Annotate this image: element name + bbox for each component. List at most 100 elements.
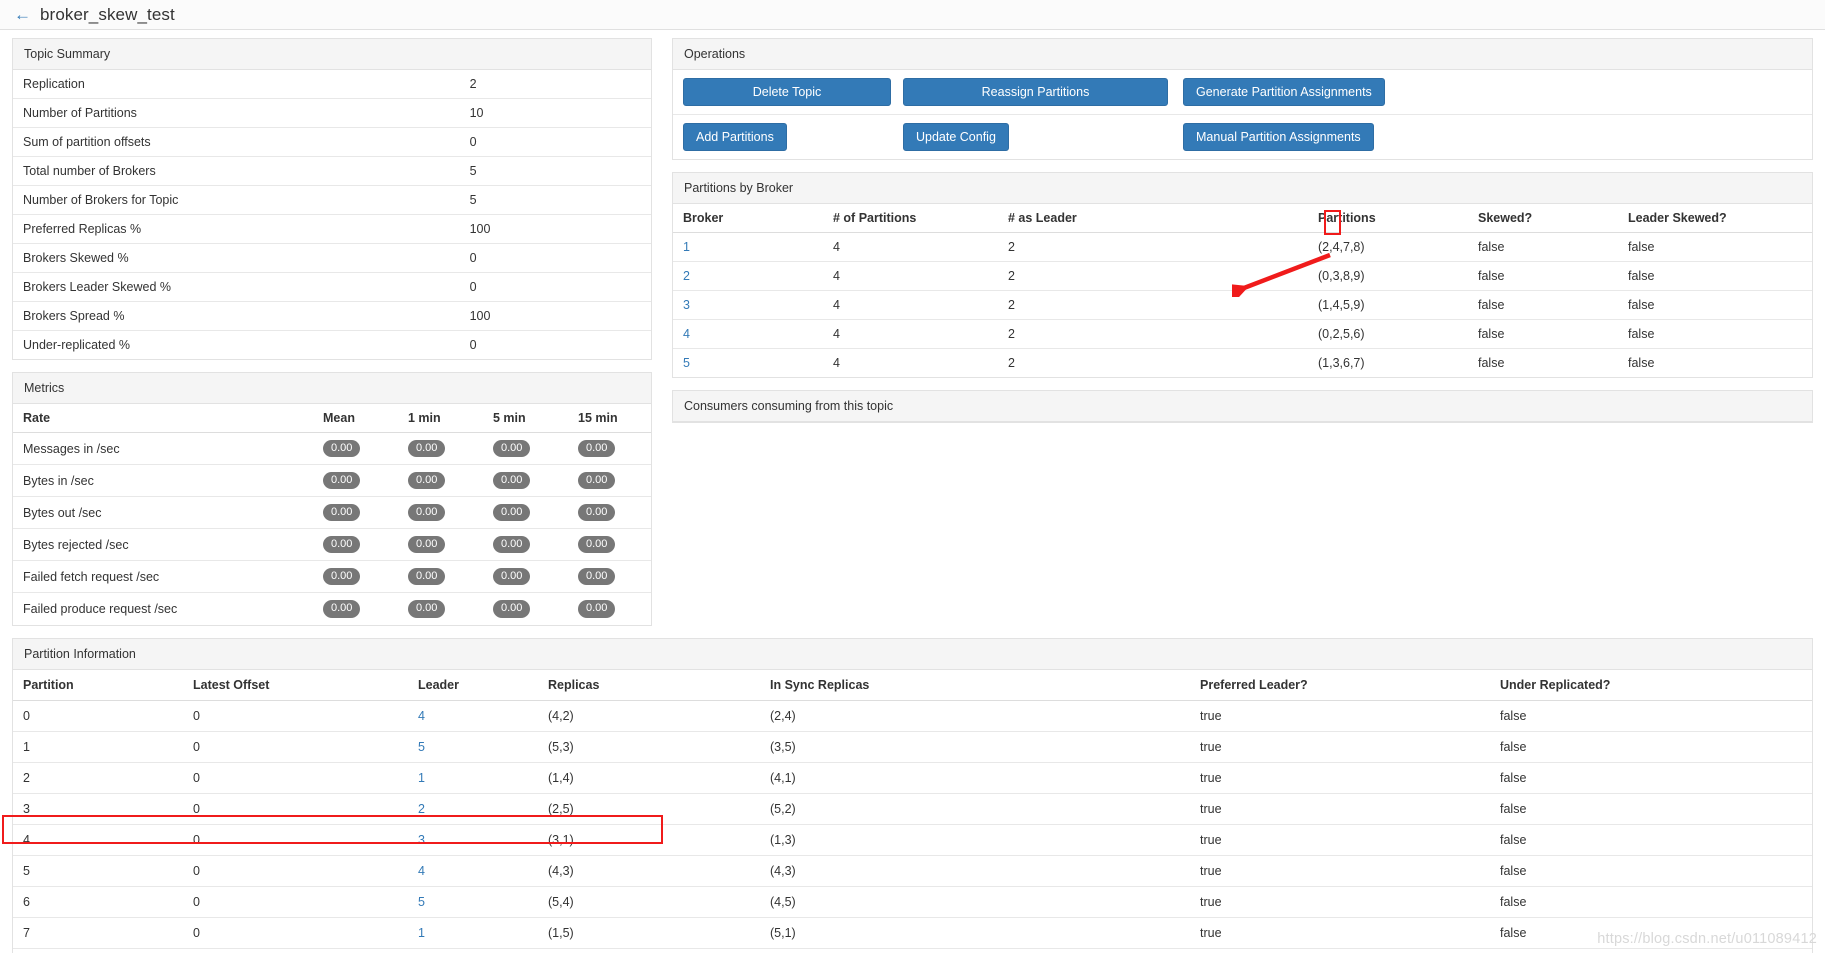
leader-link[interactable]: 5 — [418, 895, 425, 909]
broker-link[interactable]: 5 — [683, 356, 690, 370]
metric-rate-label: Failed produce request /sec — [13, 592, 313, 625]
pbb-num-partitions: 4 — [823, 319, 998, 349]
metric-15min-cell: 0.00 — [568, 464, 651, 497]
update-config-button[interactable]: Update Config — [903, 123, 1009, 151]
leader-link[interactable]: 4 — [418, 709, 425, 723]
pinfo-isr: (5,1) — [760, 916, 1190, 949]
page-title: broker_skew_test — [40, 4, 175, 24]
metric-15min-cell: 0.00 — [568, 431, 651, 465]
pinfo-partition: 5 — [13, 854, 183, 887]
pbb-num-partitions: 4 — [823, 261, 998, 291]
metrics-panel: Metrics Rate Mean 1 min 5 min 15 min Mes… — [12, 372, 652, 626]
metric-15min-cell: 0.00 — [568, 592, 651, 625]
metric-mean-cell: 0.00 — [313, 464, 398, 497]
summary-value: 0 — [459, 330, 651, 359]
leader-link[interactable]: 3 — [418, 833, 425, 847]
pbb-num-partitions: 4 — [823, 348, 998, 377]
broker-link[interactable]: 3 — [683, 298, 690, 312]
broker-link[interactable]: 1 — [683, 240, 690, 254]
operations-panel: Operations Delete Topic Reassign Partiti… — [672, 38, 1813, 160]
pinfo-preferred-leader: true — [1190, 885, 1490, 918]
status-badge: 0.00 — [408, 504, 446, 522]
reassign-partitions-slot: Reassign Partitions — [903, 78, 1183, 106]
metric-5min-cell: 0.00 — [483, 464, 568, 497]
watermark-text: https://blog.csdn.net/u011089412 — [1597, 931, 1817, 947]
consumers-title: Consumers consuming from this topic — [673, 391, 1812, 422]
table-row: 6 0 5 (5,4) (4,5) true false — [13, 885, 1812, 918]
pbb-leader-skewed: false — [1618, 290, 1812, 320]
pbb-num-partitions: 4 — [823, 290, 998, 320]
leader-link[interactable]: 1 — [418, 926, 425, 940]
pinfo-isr: (1,3) — [760, 823, 1190, 856]
leader-link[interactable]: 5 — [418, 740, 425, 754]
delete-topic-button[interactable]: Delete Topic — [683, 78, 891, 106]
metric-5min-cell: 0.00 — [483, 560, 568, 593]
table-row: Bytes out /sec 0.00 0.00 0.00 0.00 — [13, 496, 651, 529]
pinfo-isr: (5,2) — [760, 792, 1190, 825]
metrics-col-1min: 1 min — [398, 404, 483, 433]
partitions-by-broker-panel: Partitions by Broker Broker # of Partiti… — [672, 172, 1813, 378]
pinfo-isr: (4,3) — [760, 854, 1190, 887]
pinfo-preferred-leader: true — [1190, 761, 1490, 794]
manual-partition-assignments-button[interactable]: Manual Partition Assignments — [1183, 123, 1374, 151]
pinfo-replicas: (1,5) — [538, 916, 760, 949]
broker-link[interactable]: 2 — [683, 269, 690, 283]
summary-label: Number of Brokers for Topic — [13, 185, 460, 215]
pbb-col-leader-skewed: Leader Skewed? — [1618, 204, 1812, 233]
status-badge: 0.00 — [493, 536, 531, 554]
summary-label: Under-replicated % — [13, 330, 460, 359]
table-row: Total number of Brokers 5 — [13, 156, 651, 186]
summary-value: 0 — [459, 127, 651, 157]
partitions-by-broker-table: Broker # of Partitions # as Leader Parti… — [673, 204, 1812, 377]
pbb-as-leader: 2 — [998, 319, 1308, 349]
summary-label: Replication — [23, 77, 85, 91]
pinfo-latest-offset: 0 — [183, 761, 408, 794]
pinfo-col-isr: In Sync Replicas — [760, 669, 1190, 701]
status-badge: 0.00 — [578, 472, 616, 490]
leader-link[interactable]: 2 — [418, 802, 425, 816]
table-row: Brokers Skewed % 0 — [13, 243, 651, 273]
summary-label: Brokers Spread % — [13, 301, 460, 331]
right-column: Operations Delete Topic Reassign Partiti… — [672, 38, 1813, 638]
metrics-col-mean: Mean — [313, 404, 398, 433]
generate-partition-assignments-button[interactable]: Generate Partition Assignments — [1183, 78, 1385, 106]
table-row: 1 0 5 (5,3) (3,5) true false — [13, 730, 1812, 763]
status-badge: 0.00 — [578, 568, 616, 586]
arrow-left-icon[interactable]: ← — [14, 6, 31, 23]
status-badge: 0.00 — [493, 472, 531, 490]
table-row: Sum of partition offsets 0 — [13, 127, 651, 157]
status-badge: 0.00 — [578, 536, 616, 554]
pbb-as-leader: 2 — [998, 232, 1308, 262]
pbb-leader-skewed: false — [1618, 232, 1812, 262]
leader-link[interactable]: 1 — [418, 771, 425, 785]
partition-information-body: Partition Latest Offset Leader Replicas … — [13, 669, 1812, 953]
table-row: Bytes rejected /sec 0.00 0.00 0.00 0.00 — [13, 528, 651, 561]
metric-rate-label: Bytes in /sec — [13, 464, 313, 497]
table-row: 5 0 4 (4,3) (4,3) true false — [13, 854, 1812, 887]
operations-body: Delete Topic Reassign Partitions Generat… — [673, 70, 1812, 159]
table-row: 5 4 2 (1,3,6,7) false false — [673, 348, 1812, 377]
status-badge: 0.00 — [493, 568, 531, 586]
table-row: Failed fetch request /sec 0.00 0.00 0.00… — [13, 560, 651, 593]
pinfo-preferred-leader: true — [1190, 792, 1490, 825]
delete-topic-slot: Delete Topic — [683, 78, 903, 106]
status-badge: 0.00 — [323, 600, 361, 618]
topic-summary-title: Topic Summary — [13, 39, 651, 70]
summary-value: 10 — [459, 98, 651, 128]
broker-link[interactable]: 4 — [683, 327, 690, 341]
leader-link[interactable]: 4 — [418, 864, 425, 878]
table-row: 0 0 4 (4,2) (2,4) true false — [13, 699, 1812, 732]
partition-information-title: Partition Information — [13, 638, 1812, 670]
table-row: Preferred Replicas % 100 — [13, 214, 651, 244]
pinfo-replicas: (2,1) — [538, 947, 760, 953]
main-columns: Topic Summary Replication 2 Number of Par… — [0, 30, 1825, 638]
metric-mean-cell: 0.00 — [313, 431, 398, 465]
partitions-by-broker-title: Partitions by Broker — [673, 173, 1812, 204]
reassign-partitions-button[interactable]: Reassign Partitions — [903, 78, 1168, 106]
pbb-partitions: (0,2,5,6) — [1308, 319, 1468, 349]
metric-1min-cell: 0.00 — [398, 431, 483, 465]
add-partitions-button[interactable]: Add Partitions — [683, 123, 787, 151]
summary-value: 100 — [459, 214, 651, 244]
metric-15min-cell: 0.00 — [568, 560, 651, 593]
metric-mean-cell: 0.00 — [313, 560, 398, 593]
